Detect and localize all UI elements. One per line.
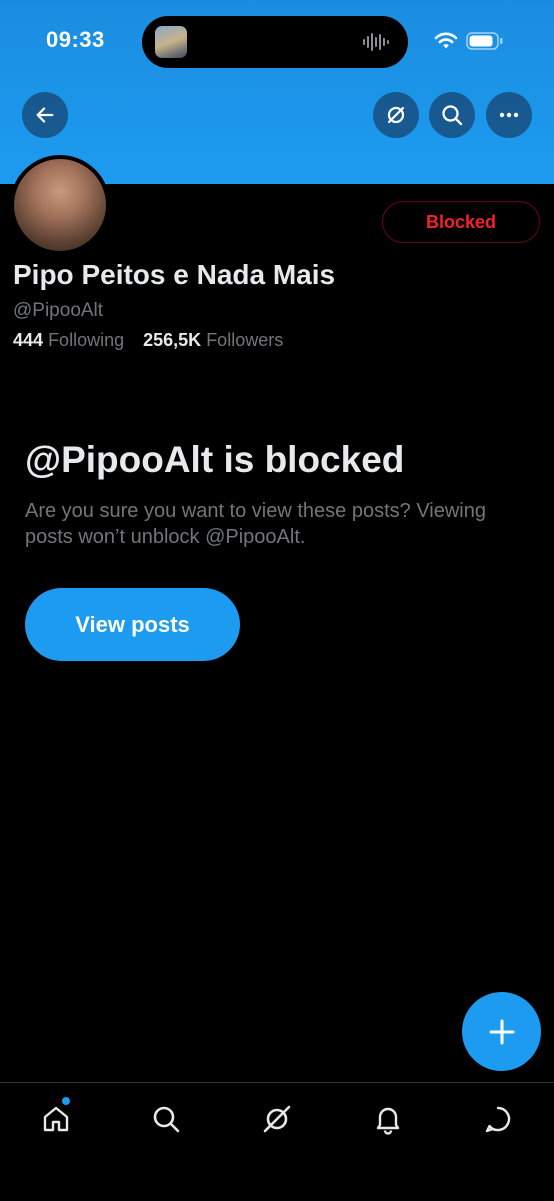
tab-home[interactable] [36, 1099, 76, 1139]
wifi-icon [434, 32, 458, 49]
profile-name: Pipo Peitos e Nada Mais [13, 259, 336, 290]
arrow-left-icon [36, 107, 54, 123]
blocked-message: Are you sure you want to view these post… [25, 500, 486, 548]
more-button[interactable] [486, 92, 532, 138]
grok-icon [387, 106, 405, 124]
followers-label: Followers [206, 330, 284, 350]
tab-search[interactable] [146, 1099, 186, 1139]
followers-link[interactable]: 256,5K Followers [143, 330, 283, 350]
view-posts-button[interactable]: View posts [25, 588, 240, 661]
search-icon [153, 1106, 180, 1133]
plus-icon [489, 1019, 514, 1044]
now-playing-thumbnail [155, 26, 187, 58]
tab-notifications[interactable] [368, 1099, 408, 1139]
profile-stats: 444 Following 256,5K Followers [13, 330, 297, 351]
compose-button[interactable] [462, 992, 541, 1071]
status-time: 09:33 [46, 27, 105, 52]
more-icon [499, 112, 519, 118]
following-label: Following [48, 330, 125, 350]
tab-bar [0, 1082, 554, 1201]
audio-wave-icon [363, 33, 389, 51]
message-icon [485, 1106, 511, 1133]
grok-button[interactable] [373, 92, 419, 138]
tab-grok[interactable] [257, 1099, 297, 1139]
following-count: 444 [13, 330, 44, 350]
back-button[interactable] [22, 92, 68, 138]
grok-icon [263, 1105, 291, 1133]
battery-icon [466, 32, 503, 50]
profile-handle: @PipooAlt [13, 300, 104, 321]
search-icon [442, 105, 463, 126]
dynamic-island [142, 16, 408, 68]
blocked-button[interactable]: Blocked [382, 201, 540, 243]
avatar[interactable] [10, 155, 110, 255]
search-button[interactable] [429, 92, 475, 138]
blocked-title: @PipooAlt is blocked [25, 439, 405, 480]
tab-messages[interactable] [478, 1099, 518, 1139]
home-icon [43, 1106, 69, 1132]
bell-icon [376, 1107, 400, 1135]
following-link[interactable]: 444 Following [13, 330, 129, 350]
notification-dot [62, 1097, 70, 1105]
followers-count: 256,5K [143, 330, 202, 350]
